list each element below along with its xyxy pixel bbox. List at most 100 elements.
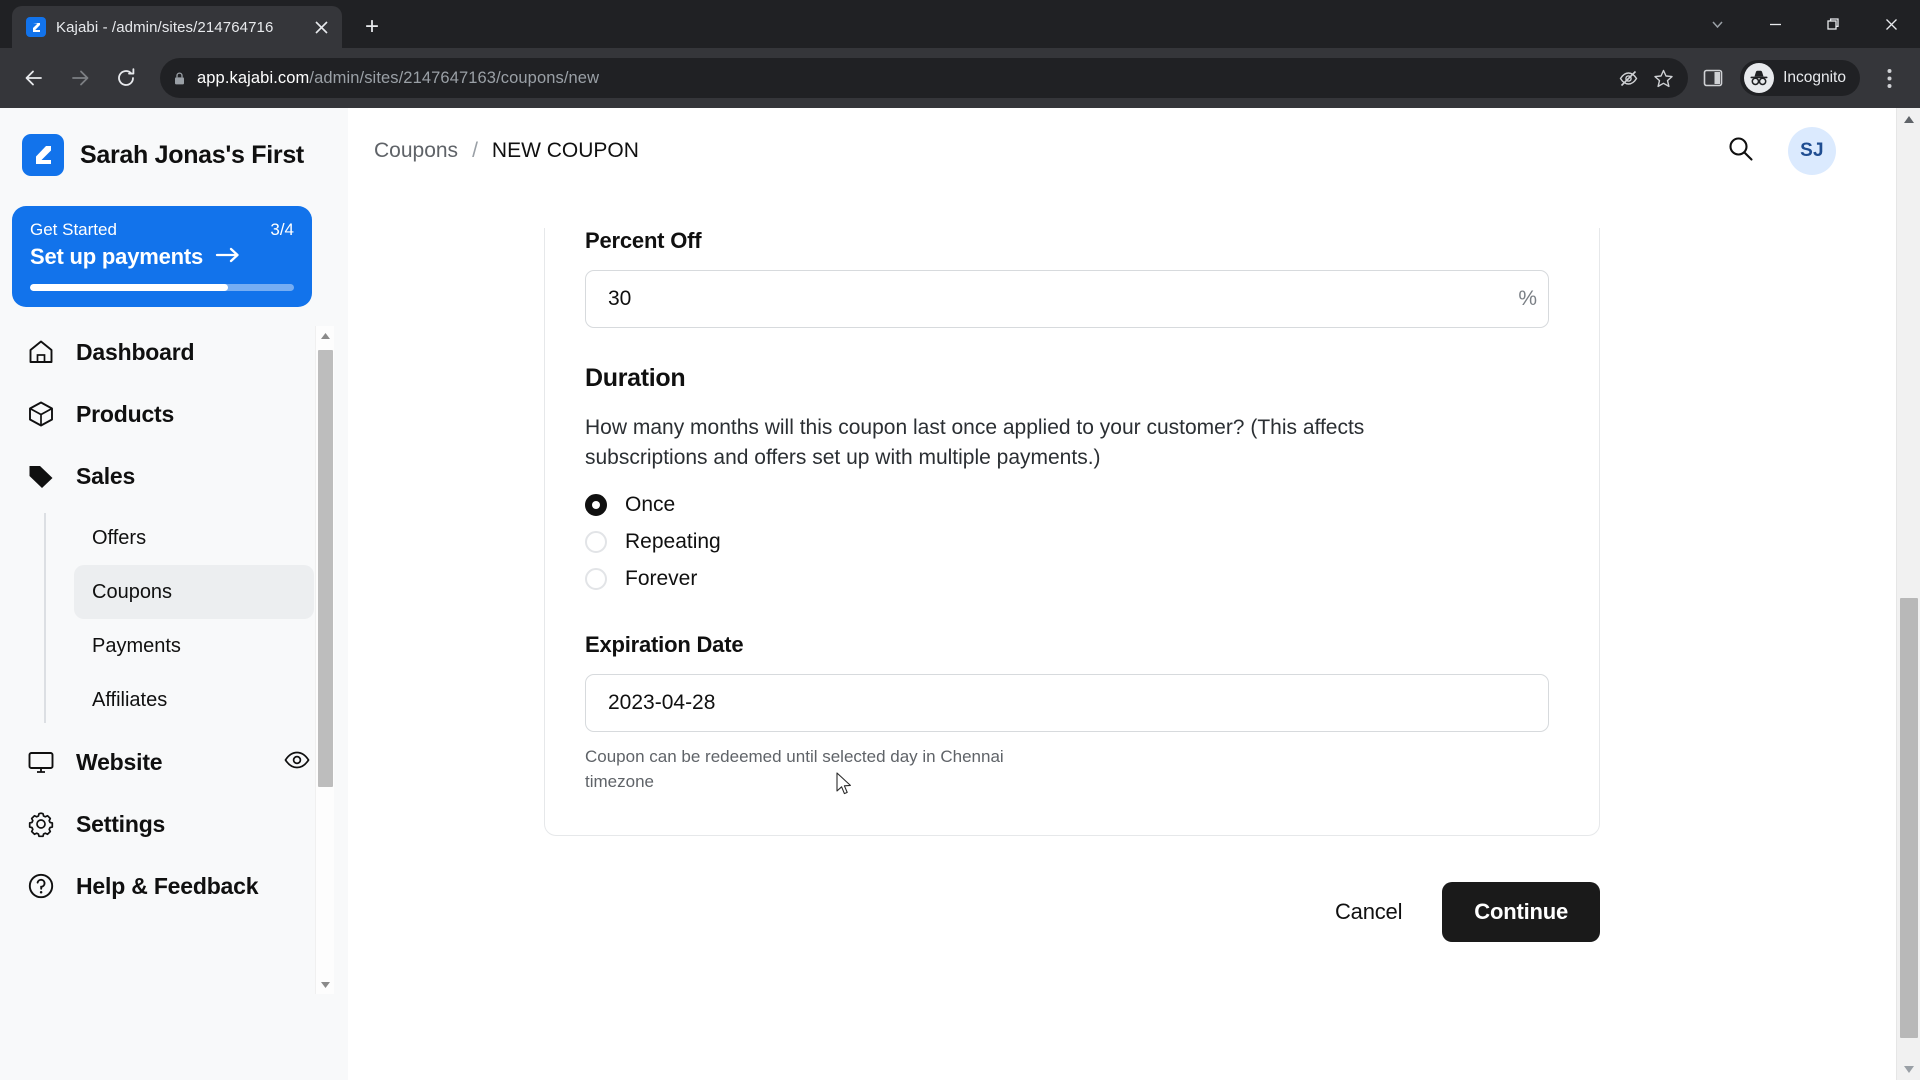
brand-name: Sarah Jonas's First bbox=[80, 140, 304, 169]
sidebar-item-products[interactable]: Products bbox=[0, 383, 348, 445]
side-panel-icon[interactable] bbox=[1702, 67, 1724, 89]
eye-icon[interactable] bbox=[284, 750, 310, 775]
sidebar-item-label: Sales bbox=[76, 462, 136, 489]
box-icon bbox=[26, 400, 56, 428]
incognito-label: Incognito bbox=[1783, 69, 1846, 86]
sidebar-item-dashboard[interactable]: Dashboard bbox=[0, 321, 348, 383]
radio-indicator[interactable] bbox=[585, 531, 607, 554]
monitor-icon bbox=[26, 748, 56, 776]
percent-off-label: Percent Off bbox=[585, 228, 702, 253]
sidebar-item-settings[interactable]: Settings bbox=[0, 793, 348, 855]
kebab-menu-icon[interactable] bbox=[1872, 58, 1906, 98]
breadcrumb-separator: / bbox=[472, 139, 478, 162]
percent-symbol: % bbox=[1518, 287, 1537, 310]
sidebar-scrollbar-thumb[interactable] bbox=[318, 350, 333, 787]
content-header: Coupons / NEW COUPON SJ bbox=[348, 108, 1920, 194]
sidebar-item-label: Dashboard bbox=[76, 338, 195, 365]
expiration-date-input[interactable] bbox=[585, 673, 1549, 732]
breadcrumb-parent[interactable]: Coupons bbox=[374, 139, 458, 163]
maximize-icon[interactable] bbox=[1804, 3, 1862, 45]
sidebar-subitem-label: Coupons bbox=[92, 580, 173, 603]
get-started-card[interactable]: Get Started 3/4 Set up payments bbox=[12, 206, 312, 307]
breadcrumb-current: NEW COUPON bbox=[491, 139, 639, 162]
scroll-up-arrow-icon[interactable] bbox=[1897, 108, 1920, 130]
tab-title: Kajabi - /admin/sites/214764716 bbox=[56, 18, 274, 36]
form-actions: Cancel Continue bbox=[544, 881, 1600, 942]
radio-label: Forever bbox=[625, 567, 698, 591]
radio-indicator[interactable] bbox=[585, 568, 607, 591]
tag-icon bbox=[26, 462, 56, 490]
get-started-action: Set up payments bbox=[30, 244, 204, 269]
radio-indicator[interactable] bbox=[585, 494, 607, 517]
get-started-count: 3/4 bbox=[270, 220, 294, 239]
cancel-button[interactable]: Cancel bbox=[1309, 885, 1428, 939]
forward-arrow-icon bbox=[60, 58, 100, 98]
arrow-right-icon bbox=[215, 246, 241, 269]
expiration-date-label: Expiration Date bbox=[585, 631, 744, 657]
window-controls bbox=[1688, 0, 1920, 48]
coupon-form-card: Percent Off % Duration How many months w… bbox=[544, 227, 1600, 836]
sidebar-item-label: Products bbox=[76, 400, 175, 427]
star-icon[interactable] bbox=[1653, 68, 1674, 89]
sidebar-item-help-feedback[interactable]: Help & Feedback bbox=[0, 855, 348, 917]
url-host: app.kajabi.com bbox=[197, 68, 310, 87]
percent-off-input[interactable] bbox=[585, 270, 1549, 328]
search-icon[interactable] bbox=[1727, 135, 1754, 167]
get-started-label: Get Started bbox=[30, 220, 117, 239]
get-started-progress bbox=[30, 284, 294, 291]
duration-help-text: How many months will this coupon last on… bbox=[585, 416, 1365, 469]
sidebar-item-coupons[interactable]: Coupons bbox=[74, 565, 314, 619]
sidebar-item-label: Help & Feedback bbox=[76, 872, 259, 899]
radio-label: Repeating bbox=[625, 530, 721, 554]
scroll-down-arrow-icon[interactable] bbox=[1897, 1058, 1920, 1080]
sidebar-subitem-label: Offers bbox=[92, 526, 147, 549]
radio-option-once[interactable]: Once bbox=[585, 487, 1559, 524]
gear-icon bbox=[26, 810, 56, 838]
url-path: /admin/sites/2147647163/coupons/new bbox=[309, 68, 600, 87]
lock-icon bbox=[172, 71, 187, 86]
sidebar-scrollbar[interactable] bbox=[315, 326, 334, 994]
eye-slash-icon[interactable] bbox=[1618, 68, 1639, 89]
sidebar-nav: Dashboard Products Sales Offers Coupons … bbox=[0, 321, 348, 917]
main-content: Coupons / NEW COUPON SJ Percent Off % bbox=[348, 108, 1920, 1080]
page-scrollbar[interactable] bbox=[1896, 108, 1920, 1080]
back-arrow-icon[interactable] bbox=[14, 58, 54, 98]
duration-title: Duration bbox=[585, 364, 686, 392]
radio-label: Once bbox=[625, 493, 676, 517]
sidebar-item-offers[interactable]: Offers bbox=[74, 511, 314, 565]
kajabi-logo-icon bbox=[22, 134, 64, 176]
browser-tab[interactable]: Kajabi - /admin/sites/214764716 bbox=[12, 6, 342, 48]
sidebar-subitem-label: Affiliates bbox=[92, 688, 168, 711]
sidebar-item-payments[interactable]: Payments bbox=[74, 619, 314, 673]
breadcrumb: Coupons / NEW COUPON bbox=[374, 139, 639, 163]
scroll-up-arrow-icon[interactable] bbox=[316, 326, 335, 345]
browser-toolbar: app.kajabi.com/admin/sites/2147647163/co… bbox=[0, 48, 1920, 108]
duration-radio-group: Once Repeating Forever bbox=[585, 487, 1559, 598]
sidebar-item-label: Website bbox=[76, 748, 163, 775]
new-tab-button[interactable]: + bbox=[354, 9, 390, 45]
tab-strip: Kajabi - /admin/sites/214764716 + bbox=[0, 0, 1920, 48]
sidebar-item-sales[interactable]: Sales bbox=[0, 445, 348, 507]
question-circle-icon bbox=[26, 872, 56, 900]
sidebar-item-website[interactable]: Website bbox=[0, 731, 348, 793]
page-scrollbar-thumb[interactable] bbox=[1900, 598, 1918, 1038]
sidebar-item-affiliates[interactable]: Affiliates bbox=[74, 673, 314, 727]
address-bar[interactable]: app.kajabi.com/admin/sites/2147647163/co… bbox=[160, 58, 1689, 98]
minimize-icon[interactable] bbox=[1746, 3, 1804, 45]
sidebar-item-label: Settings bbox=[76, 810, 166, 837]
brand[interactable]: Sarah Jonas's First bbox=[0, 108, 348, 176]
page-viewport: Sarah Jonas's First Get Started 3/4 Set … bbox=[0, 108, 1920, 1080]
radio-option-forever[interactable]: Forever bbox=[585, 561, 1559, 598]
chevron-down-icon[interactable] bbox=[1688, 3, 1746, 45]
avatar[interactable]: SJ bbox=[1788, 127, 1836, 175]
incognito-indicator[interactable]: Incognito bbox=[1740, 60, 1860, 96]
tab-close-icon[interactable] bbox=[310, 16, 332, 38]
window-close-icon[interactable] bbox=[1862, 3, 1920, 45]
radio-option-repeating[interactable]: Repeating bbox=[585, 524, 1559, 561]
scroll-down-arrow-icon[interactable] bbox=[316, 975, 335, 994]
browser-window: Kajabi - /admin/sites/214764716 + app.ka… bbox=[0, 0, 1920, 1080]
url-text: app.kajabi.com/admin/sites/2147647163/co… bbox=[197, 69, 599, 88]
continue-button[interactable]: Continue bbox=[1442, 881, 1600, 942]
reload-icon[interactable] bbox=[106, 58, 146, 98]
incognito-icon bbox=[1744, 63, 1775, 93]
